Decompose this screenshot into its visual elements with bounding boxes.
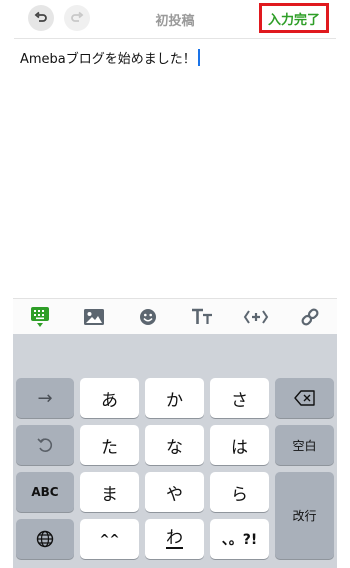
undo-key-icon [37, 438, 53, 452]
key-ka[interactable]: か [145, 378, 204, 418]
japanese-keyboard: → ABC あ か さ た な は ま や ら ^^ わ 、。?! 空白 改行 [13, 334, 337, 568]
key-label: た [101, 437, 118, 458]
backspace-key[interactable] [275, 378, 334, 418]
arrow-right-label: → [37, 387, 53, 409]
editor-area[interactable]: Amebaブログを始めました！ [20, 48, 200, 67]
image-tool-button[interactable] [81, 305, 107, 329]
text-size-icon [192, 308, 212, 324]
key-label: さ [231, 390, 248, 411]
text-caret [197, 49, 200, 66]
key-punctuation[interactable]: 、。?! [210, 519, 269, 559]
embed-tool-button[interactable] [243, 305, 269, 329]
key-label: な [166, 437, 183, 458]
link-icon [301, 308, 319, 326]
editor-text: Amebaブログを始めました！ [20, 52, 196, 67]
key-label: ま [101, 484, 118, 505]
text-size-tool-button[interactable] [189, 305, 215, 329]
key-ha[interactable]: は [210, 425, 269, 465]
embed-icon [243, 310, 269, 324]
backspace-icon [293, 390, 315, 406]
key-sa[interactable]: さ [210, 378, 269, 418]
done-label: 入力完了 [267, 12, 320, 28]
space-key[interactable]: 空白 [275, 425, 334, 465]
key-label: 、。?! [221, 532, 258, 548]
header-divider [14, 38, 336, 39]
space-label: 空白 [292, 438, 317, 453]
enter-label: 改行 [292, 509, 317, 523]
key-ta[interactable]: た [80, 425, 139, 465]
key-wa[interactable]: わ [145, 519, 204, 559]
enter-key[interactable]: 改行 [275, 472, 334, 559]
abc-key[interactable]: ABC [16, 472, 74, 512]
keyboard-tool-button[interactable] [27, 305, 53, 329]
key-label: わ [166, 527, 183, 549]
keyboard-icon [31, 307, 49, 327]
globe-icon [36, 530, 54, 548]
link-tool-button[interactable] [297, 305, 323, 329]
key-label: ^^ [99, 532, 120, 546]
globe-key[interactable] [16, 519, 74, 559]
key-dakuten[interactable]: ^^ [80, 519, 139, 559]
arrow-right-key[interactable]: → [16, 378, 74, 418]
key-na[interactable]: な [145, 425, 204, 465]
undo-key[interactable] [16, 425, 74, 465]
emoji-icon [140, 309, 156, 325]
key-label: か [166, 390, 183, 411]
key-label: ら [231, 484, 248, 505]
key-a[interactable]: あ [80, 378, 139, 418]
key-label: は [231, 437, 248, 458]
key-label: や [166, 484, 183, 505]
key-label: あ [101, 390, 118, 411]
key-ma[interactable]: ま [80, 472, 139, 512]
header-bar: 初投稿 入力完了 [0, 0, 350, 38]
key-ya[interactable]: や [145, 472, 204, 512]
emoji-tool-button[interactable] [135, 305, 161, 329]
abc-label: ABC [31, 485, 59, 499]
done-button[interactable]: 入力完了 [259, 3, 329, 33]
key-ra[interactable]: ら [210, 472, 269, 512]
editor-toolbar [13, 298, 337, 334]
image-icon [84, 309, 104, 325]
